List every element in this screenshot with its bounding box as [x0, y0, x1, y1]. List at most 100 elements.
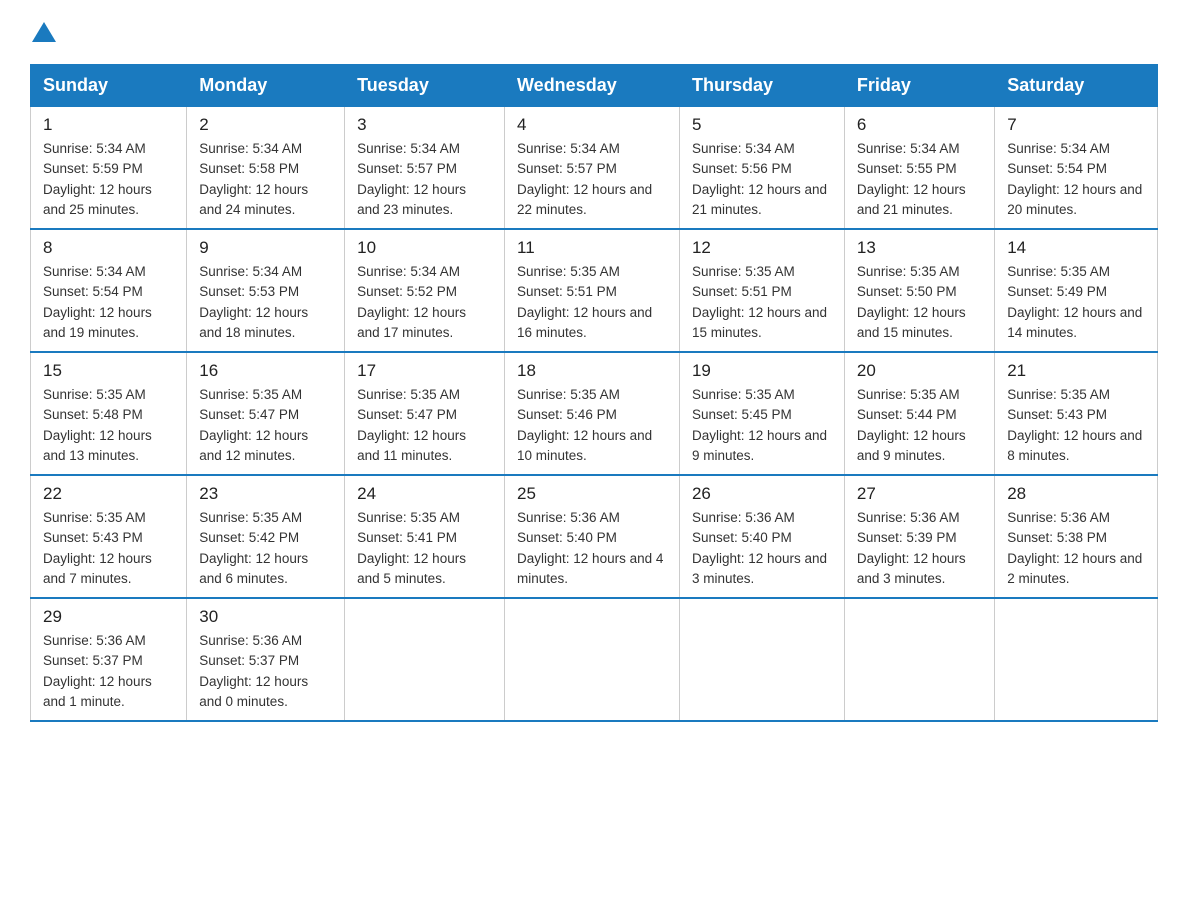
day-number: 7 — [1007, 115, 1145, 135]
week-row-5: 29 Sunrise: 5:36 AMSunset: 5:37 PMDayligh… — [31, 598, 1158, 721]
day-cell: 2 Sunrise: 5:34 AMSunset: 5:58 PMDaylight… — [187, 107, 345, 230]
day-cell — [844, 598, 994, 721]
day-cell: 28 Sunrise: 5:36 AMSunset: 5:38 PMDayligh… — [995, 475, 1158, 598]
day-detail: Sunrise: 5:34 AMSunset: 5:56 PMDaylight:… — [692, 139, 832, 220]
day-cell: 15Sunrise: 5:35 AMSunset: 5:48 PMDayligh… — [31, 352, 187, 475]
day-number: 26 — [692, 484, 832, 504]
header-tuesday: Tuesday — [345, 65, 505, 107]
header-friday: Friday — [844, 65, 994, 107]
day-number: 10 — [357, 238, 492, 258]
day-number: 3 — [357, 115, 492, 135]
day-detail: Sunrise: 5:36 AMSunset: 5:40 PMDaylight:… — [692, 508, 832, 589]
day-cell — [679, 598, 844, 721]
day-number: 20 — [857, 361, 982, 381]
day-cell — [505, 598, 680, 721]
day-number: 2 — [199, 115, 332, 135]
day-number: 22 — [43, 484, 174, 504]
day-detail: Sunrise: 5:35 AMSunset: 5:43 PMDaylight:… — [43, 508, 174, 589]
day-cell: 17 Sunrise: 5:35 AMSunset: 5:47 PMDayligh… — [345, 352, 505, 475]
day-number: 23 — [199, 484, 332, 504]
day-number: 6 — [857, 115, 982, 135]
day-cell: 18 Sunrise: 5:35 AMSunset: 5:46 PMDayligh… — [505, 352, 680, 475]
day-cell: 12Sunrise: 5:35 AMSunset: 5:51 PMDayligh… — [679, 229, 844, 352]
day-number: 27 — [857, 484, 982, 504]
header-sunday: Sunday — [31, 65, 187, 107]
day-number: 5 — [692, 115, 832, 135]
day-cell: 21 Sunrise: 5:35 AMSunset: 5:43 PMDayligh… — [995, 352, 1158, 475]
day-cell: 20 Sunrise: 5:35 AMSunset: 5:44 PMDayligh… — [844, 352, 994, 475]
day-detail: Sunrise: 5:36 AMSunset: 5:37 PMDaylight:… — [43, 631, 174, 712]
day-detail: Sunrise: 5:36 AMSunset: 5:38 PMDaylight:… — [1007, 508, 1145, 589]
header-row: SundayMondayTuesdayWednesdayThursdayFrid… — [31, 65, 1158, 107]
day-detail: Sunrise: 5:34 AMSunset: 5:54 PMDaylight:… — [1007, 139, 1145, 220]
day-cell: 10 Sunrise: 5:34 AMSunset: 5:52 PMDayligh… — [345, 229, 505, 352]
day-detail: Sunrise: 5:35 AMSunset: 5:42 PMDaylight:… — [199, 508, 332, 589]
week-row-2: 8 Sunrise: 5:34 AMSunset: 5:54 PMDaylight… — [31, 229, 1158, 352]
day-cell: 7 Sunrise: 5:34 AMSunset: 5:54 PMDaylight… — [995, 107, 1158, 230]
day-detail: Sunrise: 5:34 AMSunset: 5:53 PMDaylight:… — [199, 262, 332, 343]
day-detail: Sunrise: 5:36 AMSunset: 5:37 PMDaylight:… — [199, 631, 332, 712]
day-cell: 5 Sunrise: 5:34 AMSunset: 5:56 PMDaylight… — [679, 107, 844, 230]
day-detail: Sunrise: 5:34 AMSunset: 5:54 PMDaylight:… — [43, 262, 174, 343]
day-detail: Sunrise: 5:34 AMSunset: 5:55 PMDaylight:… — [857, 139, 982, 220]
day-cell: 23 Sunrise: 5:35 AMSunset: 5:42 PMDayligh… — [187, 475, 345, 598]
day-number: 11 — [517, 238, 667, 258]
day-cell: 9Sunrise: 5:34 AMSunset: 5:53 PMDaylight… — [187, 229, 345, 352]
header-monday: Monday — [187, 65, 345, 107]
day-detail: Sunrise: 5:35 AMSunset: 5:51 PMDaylight:… — [517, 262, 667, 343]
day-detail: Sunrise: 5:35 AMSunset: 5:47 PMDaylight:… — [357, 385, 492, 466]
header — [30, 20, 1158, 54]
day-cell: 16 Sunrise: 5:35 AMSunset: 5:47 PMDayligh… — [187, 352, 345, 475]
day-detail: Sunrise: 5:35 AMSunset: 5:46 PMDaylight:… — [517, 385, 667, 466]
day-number: 8 — [43, 238, 174, 258]
day-number: 21 — [1007, 361, 1145, 381]
day-number: 18 — [517, 361, 667, 381]
day-cell: 3 Sunrise: 5:34 AMSunset: 5:57 PMDaylight… — [345, 107, 505, 230]
day-cell: 13Sunrise: 5:35 AMSunset: 5:50 PMDayligh… — [844, 229, 994, 352]
day-cell: 19 Sunrise: 5:35 AMSunset: 5:45 PMDayligh… — [679, 352, 844, 475]
header-thursday: Thursday — [679, 65, 844, 107]
day-detail: Sunrise: 5:34 AMSunset: 5:57 PMDaylight:… — [517, 139, 667, 220]
day-number: 16 — [199, 361, 332, 381]
day-cell: 8 Sunrise: 5:34 AMSunset: 5:54 PMDaylight… — [31, 229, 187, 352]
day-cell: 25 Sunrise: 5:36 AMSunset: 5:40 PMDayligh… — [505, 475, 680, 598]
day-detail: Sunrise: 5:35 AMSunset: 5:45 PMDaylight:… — [692, 385, 832, 466]
day-number: 29 — [43, 607, 174, 627]
header-wednesday: Wednesday — [505, 65, 680, 107]
day-detail: Sunrise: 5:34 AMSunset: 5:52 PMDaylight:… — [357, 262, 492, 343]
day-number: 30 — [199, 607, 332, 627]
day-cell: 6 Sunrise: 5:34 AMSunset: 5:55 PMDaylight… — [844, 107, 994, 230]
week-row-3: 15Sunrise: 5:35 AMSunset: 5:48 PMDayligh… — [31, 352, 1158, 475]
day-number: 15 — [43, 361, 174, 381]
day-cell: 30 Sunrise: 5:36 AMSunset: 5:37 PMDayligh… — [187, 598, 345, 721]
day-detail: Sunrise: 5:35 AMSunset: 5:41 PMDaylight:… — [357, 508, 492, 589]
day-detail: Sunrise: 5:34 AMSunset: 5:59 PMDaylight:… — [43, 139, 174, 220]
day-cell: 22 Sunrise: 5:35 AMSunset: 5:43 PMDayligh… — [31, 475, 187, 598]
day-detail: Sunrise: 5:36 AMSunset: 5:40 PMDaylight:… — [517, 508, 667, 589]
week-row-4: 22 Sunrise: 5:35 AMSunset: 5:43 PMDayligh… — [31, 475, 1158, 598]
day-detail: Sunrise: 5:35 AMSunset: 5:43 PMDaylight:… — [1007, 385, 1145, 466]
day-detail: Sunrise: 5:35 AMSunset: 5:49 PMDaylight:… — [1007, 262, 1145, 343]
day-number: 12 — [692, 238, 832, 258]
day-cell — [345, 598, 505, 721]
day-number: 17 — [357, 361, 492, 381]
day-number: 14 — [1007, 238, 1145, 258]
day-cell: 11 Sunrise: 5:35 AMSunset: 5:51 PMDayligh… — [505, 229, 680, 352]
day-number: 19 — [692, 361, 832, 381]
day-detail: Sunrise: 5:35 AMSunset: 5:50 PMDaylight:… — [857, 262, 982, 343]
day-detail: Sunrise: 5:34 AMSunset: 5:57 PMDaylight:… — [357, 139, 492, 220]
day-number: 25 — [517, 484, 667, 504]
day-cell: 26 Sunrise: 5:36 AMSunset: 5:40 PMDayligh… — [679, 475, 844, 598]
day-cell: 14 Sunrise: 5:35 AMSunset: 5:49 PMDayligh… — [995, 229, 1158, 352]
calendar-table: SundayMondayTuesdayWednesdayThursdayFrid… — [30, 64, 1158, 722]
day-detail: Sunrise: 5:35 AMSunset: 5:44 PMDaylight:… — [857, 385, 982, 466]
day-detail: Sunrise: 5:36 AMSunset: 5:39 PMDaylight:… — [857, 508, 982, 589]
day-detail: Sunrise: 5:35 AMSunset: 5:47 PMDaylight:… — [199, 385, 332, 466]
day-number: 28 — [1007, 484, 1145, 504]
day-detail: Sunrise: 5:34 AMSunset: 5:58 PMDaylight:… — [199, 139, 332, 220]
day-cell: 27 Sunrise: 5:36 AMSunset: 5:39 PMDayligh… — [844, 475, 994, 598]
day-cell: 29 Sunrise: 5:36 AMSunset: 5:37 PMDayligh… — [31, 598, 187, 721]
day-cell — [995, 598, 1158, 721]
day-number: 1 — [43, 115, 174, 135]
logo — [30, 20, 62, 54]
